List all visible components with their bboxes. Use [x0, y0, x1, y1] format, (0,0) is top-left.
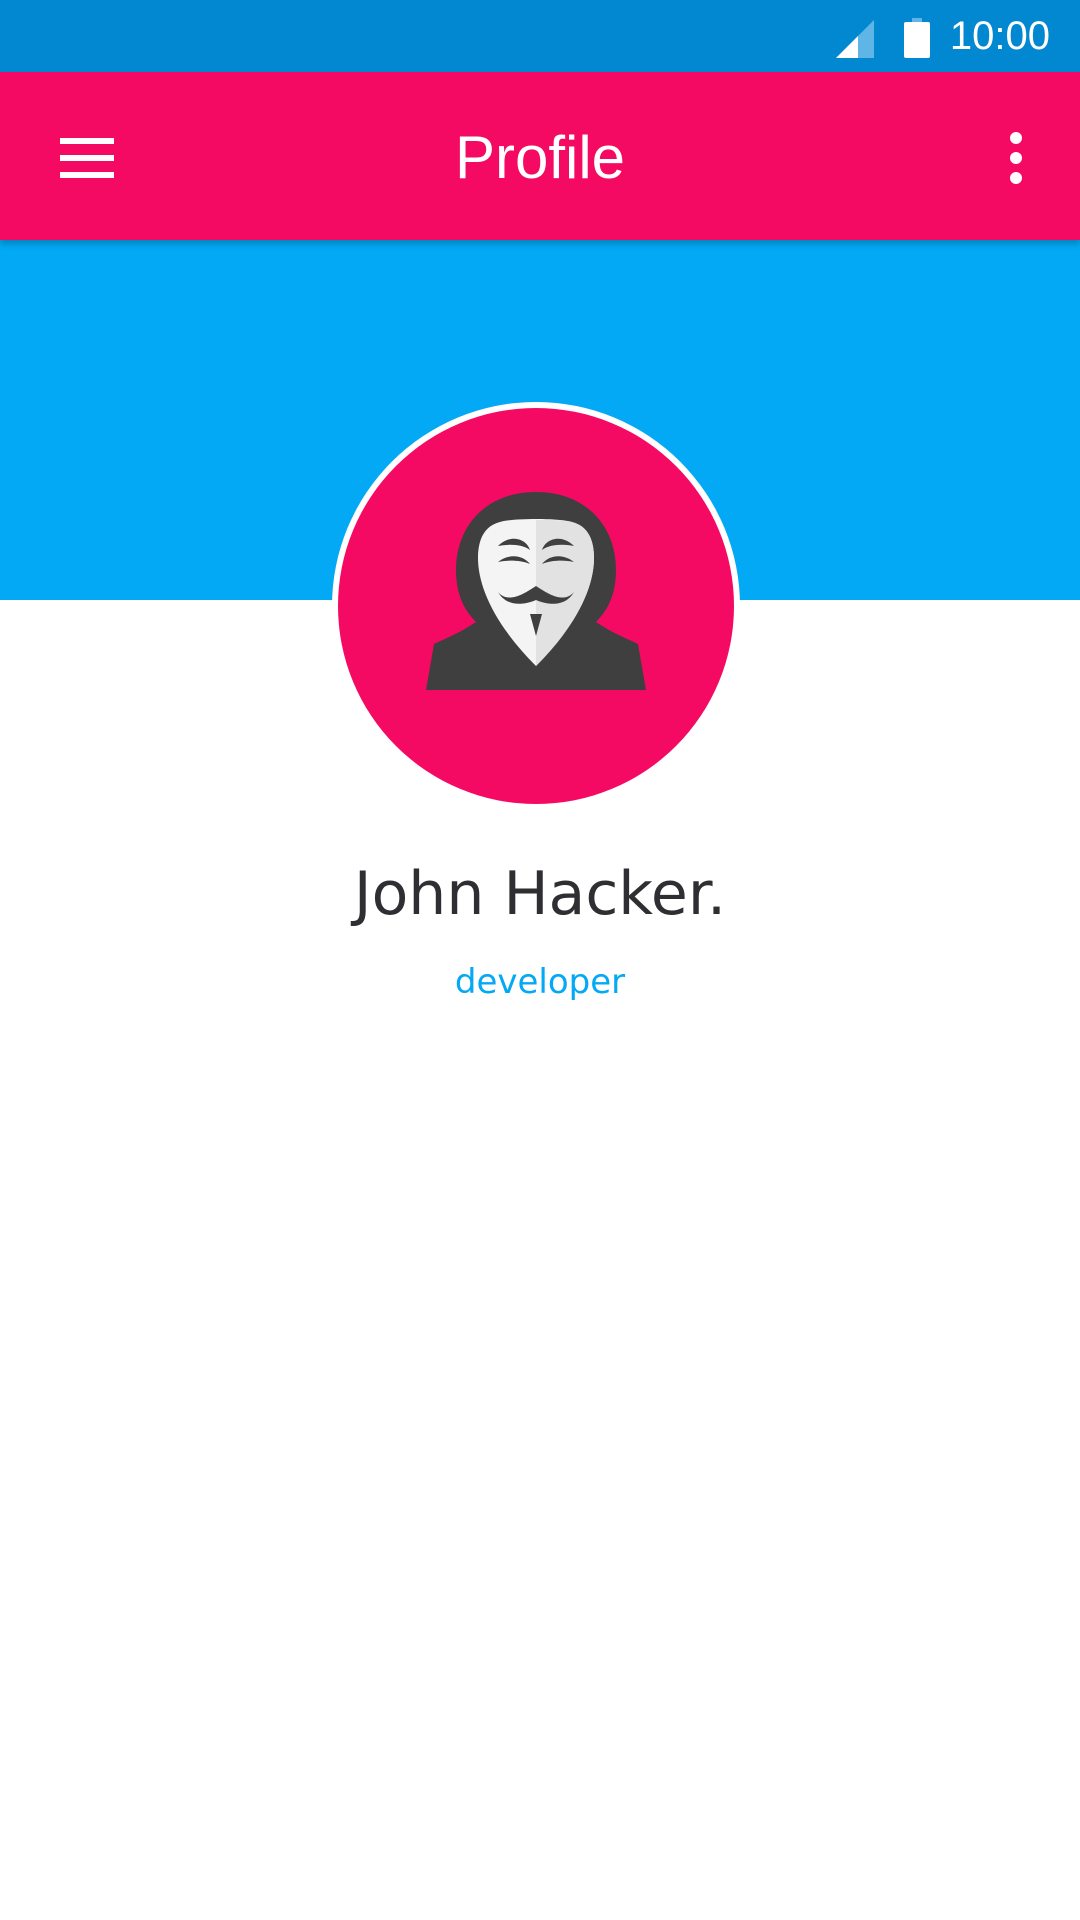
avatar[interactable]: [332, 402, 740, 810]
profile-name: John Hacker.: [353, 859, 727, 929]
hamburger-menu-icon: [60, 138, 114, 144]
cell-signal-icon: [836, 20, 874, 58]
hamburger-menu-icon-line: [60, 155, 114, 161]
more-vert-icon: [1010, 132, 1022, 144]
profile-role: developer: [454, 962, 626, 1002]
more-vert-icon-dot: [1010, 152, 1022, 164]
anonymous-hacker-avatar-icon: [426, 492, 646, 690]
overflow-menu-button[interactable]: [976, 118, 1056, 198]
page-title: Profile: [454, 124, 626, 191]
avatar-background: [338, 408, 734, 804]
app-bar: Profile: [0, 72, 1080, 240]
status-bar: 10:00: [0, 0, 1080, 72]
menu-button[interactable]: [46, 118, 126, 198]
status-time: 10:00: [949, 14, 1050, 58]
hamburger-menu-icon-line: [60, 172, 114, 178]
battery-icon: [904, 18, 930, 58]
more-vert-icon-dot: [1010, 172, 1022, 184]
